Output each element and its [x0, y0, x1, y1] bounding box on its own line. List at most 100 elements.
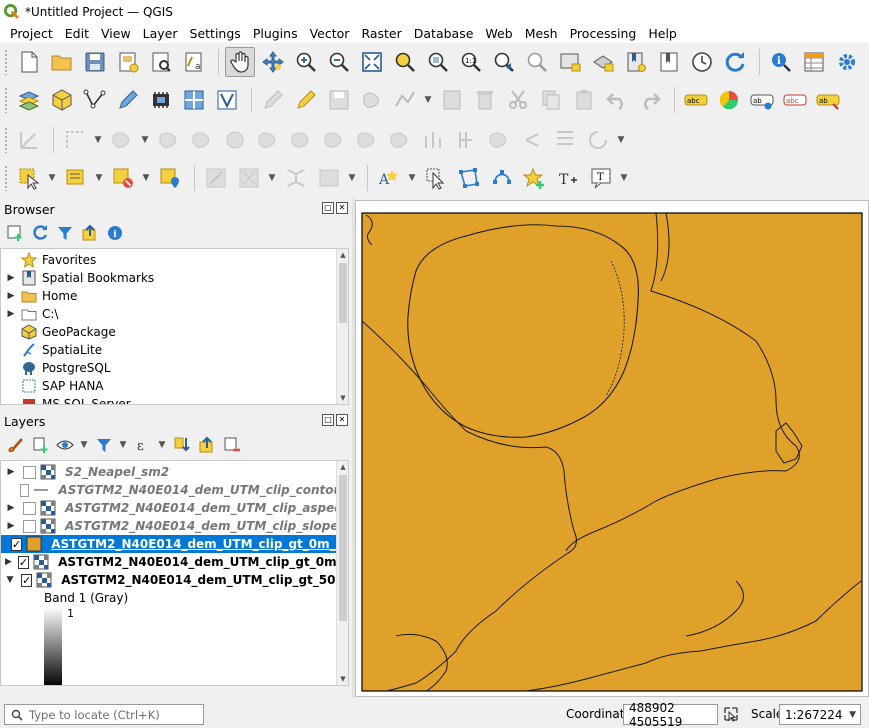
refresh-button[interactable] [720, 47, 750, 77]
menu-settings[interactable]: Settings [184, 26, 247, 41]
layers-close-button[interactable]: ✕ [336, 414, 348, 426]
browser-scrollbar[interactable]: ▲ ▼ [336, 249, 348, 404]
browser-item-favorites[interactable]: Favorites [1, 251, 348, 269]
zoom-in-button[interactable] [291, 47, 321, 77]
layers-float-button[interactable]: □ [322, 414, 334, 426]
zoom-next-button[interactable] [522, 47, 552, 77]
remove-layer-button[interactable] [221, 434, 243, 456]
save-edits-button[interactable] [324, 85, 354, 115]
expand-arrow-icon[interactable]: ▶ [5, 557, 12, 567]
expand-arrow-icon[interactable]: ▶ [5, 291, 17, 301]
zoom-to-selection-button[interactable] [390, 47, 420, 77]
add-part-dropdown[interactable]: ▼ [140, 125, 150, 155]
copy-features-button[interactable] [536, 85, 566, 115]
pan-to-selection-button[interactable] [258, 47, 288, 77]
text-annotation-dropdown[interactable]: ▼ [407, 163, 417, 193]
merge-attributes-button[interactable] [418, 125, 448, 155]
delete-ring-button[interactable] [187, 125, 217, 155]
layer-row[interactable]: ▼ ✓ ASTGTM2_N40E014_dem_UTM_clip_gt_50m [1, 571, 348, 589]
pan-map-button[interactable] [225, 47, 255, 77]
text-annotation-button[interactable]: A [374, 163, 404, 193]
show-tips-button[interactable] [314, 163, 344, 193]
add-ring-dropdown[interactable]: ▼ [93, 125, 103, 155]
text-annotation-tool-dropdown[interactable]: ▼ [619, 163, 629, 193]
menu-view[interactable]: View [95, 26, 137, 41]
rotate-point-button[interactable] [451, 125, 481, 155]
text-label-button[interactable]: T [553, 163, 583, 193]
expand-all-button[interactable] [171, 434, 193, 456]
filter-expression-dropdown[interactable]: ▼ [157, 430, 167, 460]
digitize-with-segment-button[interactable] [14, 125, 44, 155]
zoom-native-button[interactable]: 1:1 [456, 47, 486, 77]
offset-curve-button[interactable] [286, 125, 316, 155]
manage-visibility-button[interactable] [54, 434, 76, 456]
add-ring-button[interactable] [60, 125, 90, 155]
menu-edit[interactable]: Edit [59, 26, 95, 41]
layer-visibility-checkbox[interactable] [23, 465, 36, 479]
attribute-table-button[interactable] [799, 47, 829, 77]
new-project-button[interactable] [14, 47, 44, 77]
reshape-button[interactable] [253, 125, 283, 155]
show-tips-dropdown[interactable]: ▼ [347, 163, 357, 193]
label-move-button[interactable]: ab [813, 85, 843, 115]
layer-styling-button[interactable] [4, 434, 26, 456]
text-annotation-tool-button[interactable]: T [586, 163, 616, 193]
expand-arrow-icon[interactable]: ▶ [5, 309, 17, 319]
menu-vector[interactable]: Vector [304, 26, 356, 41]
scroll-down-arrow[interactable]: ▼ [337, 392, 348, 404]
temporal-controller-button[interactable] [687, 47, 717, 77]
select-location-button[interactable] [155, 163, 185, 193]
locator-input[interactable] [29, 707, 199, 722]
layer-visibility-checkbox[interactable] [23, 501, 36, 515]
menu-layer[interactable]: Layer [137, 26, 184, 41]
select-by-value-button[interactable] [61, 163, 91, 193]
toolbar-grip[interactable] [4, 87, 8, 113]
open-project-button[interactable] [47, 47, 77, 77]
expand-arrow-icon[interactable]: ▶ [5, 273, 17, 283]
browser-item-ms-sql-server[interactable]: MS SQL Server [1, 395, 348, 404]
split-features-button[interactable] [319, 125, 349, 155]
browser-float-button[interactable]: □ [322, 202, 334, 214]
locator-box[interactable] [4, 704, 204, 725]
add-point-button[interactable] [520, 163, 550, 193]
browser-item-c[interactable]: ▶ C:\ [1, 305, 348, 323]
curve-tool-button[interactable] [583, 125, 613, 155]
new-geopackage-layer-button[interactable] [47, 85, 77, 115]
scale-combo[interactable]: 1:267224 ▼ [779, 704, 861, 725]
label-highlight-button[interactable]: abc [780, 85, 810, 115]
show-bookmarks-button[interactable] [654, 47, 684, 77]
layers-filter-dropdown[interactable]: ▼ [118, 430, 128, 460]
layer-row[interactable]: ✓ ASTGTM2_N40E014_dem_UTM_clip_gt_0m_50m [1, 535, 348, 553]
new-map-view-button[interactable] [555, 47, 585, 77]
layer-row[interactable]: ▶ ✓ ASTGTM2_N40E014_dem_UTM_clip_gt_0m_50m [1, 553, 348, 571]
coordinate-field[interactable]: 488902 4505519 [623, 701, 718, 728]
cut-features-button[interactable] [503, 85, 533, 115]
field-calculator-button[interactable] [201, 163, 231, 193]
identify-selection-button[interactable] [421, 163, 451, 193]
select-features-dropdown[interactable]: ▼ [47, 163, 57, 193]
menu-raster[interactable]: Raster [355, 26, 407, 41]
data-source-manager-button[interactable] [14, 85, 44, 115]
menu-web[interactable]: Web [479, 26, 518, 41]
menu-database[interactable]: Database [408, 26, 480, 41]
vertex-tool-dropdown[interactable]: ▼ [423, 85, 433, 115]
browser-filter-button[interactable] [54, 222, 76, 244]
menu-project[interactable]: Project [4, 26, 59, 41]
map-canvas[interactable] [355, 200, 869, 697]
expand-arrow-icon[interactable]: ▶ [5, 503, 17, 513]
browser-item-spatialite[interactable]: SpatiaLite [1, 341, 348, 359]
browser-collapse-button[interactable] [79, 222, 101, 244]
curve-tool-dropdown[interactable]: ▼ [616, 125, 626, 155]
style-manager-button[interactable]: a [179, 47, 209, 77]
layer-visibility-checkbox[interactable]: ✓ [21, 573, 33, 587]
add-feature-button[interactable] [357, 85, 387, 115]
select-by-value-dropdown[interactable]: ▼ [94, 163, 104, 193]
expand-arrow-icon[interactable]: ▼ [5, 575, 15, 585]
expand-arrow-icon[interactable]: ▶ [5, 467, 17, 477]
settings-gear-button[interactable] [832, 47, 862, 77]
new-3d-map-view-button[interactable] [588, 47, 618, 77]
toolbar-grip[interactable] [4, 127, 8, 153]
merge-features-button[interactable] [385, 125, 415, 155]
vertex-tool-button[interactable] [390, 85, 420, 115]
toolbar-grip[interactable] [4, 49, 8, 75]
